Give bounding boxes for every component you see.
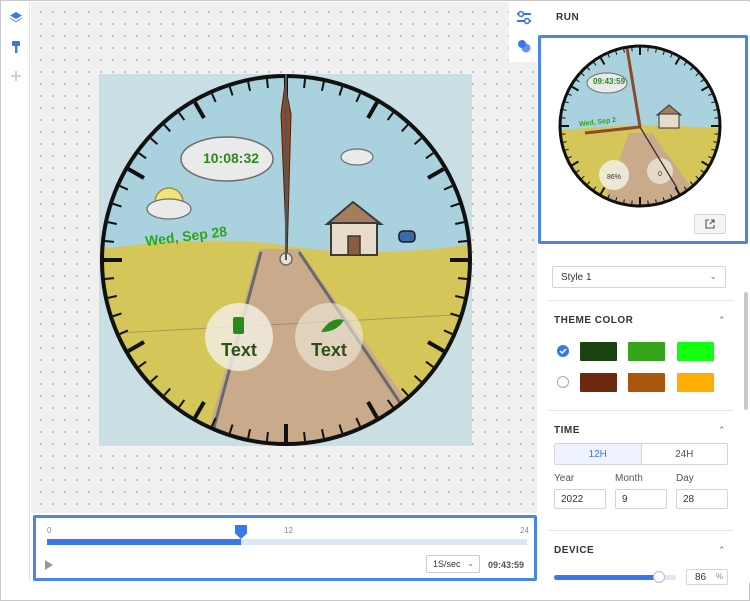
palette-icon[interactable] [516, 38, 532, 57]
dial-tick [104, 277, 115, 281]
face-complication-left[interactable]: Text [209, 340, 269, 361]
watch-face-canvas[interactable]: 10:08:32 Wed, Sep 28 Text Text [99, 74, 472, 446]
divider [548, 300, 734, 301]
divider [548, 530, 734, 531]
device-slider[interactable] [554, 571, 676, 583]
preview-battery-value: 86% [606, 174, 621, 181]
open-external-icon [705, 219, 715, 229]
preview-watch-face: 09:43:59 Wed, Sep 2 86% 0 [557, 43, 723, 209]
open-external-button[interactable] [694, 214, 726, 234]
time-title: TIME [554, 425, 580, 436]
timeline-progress [47, 539, 241, 545]
chevron-down-icon: ⌄ [467, 559, 474, 568]
timeline-current-time: 09:43:59 [488, 560, 525, 570]
run-title: RUN [556, 12, 580, 23]
device-value-input[interactable]: 86 % [686, 569, 728, 585]
brush-icon[interactable] [8, 39, 24, 55]
day-label: Day [676, 473, 694, 484]
theme-radio-2[interactable] [557, 376, 569, 388]
app-window: 10:08:32 Wed, Sep 28 Text Text 0 12 24 1… [0, 0, 750, 601]
timeline-mid-label: 12 [284, 526, 293, 535]
format-12h-button[interactable]: 12H [555, 444, 642, 464]
timeline-end-label: 24 [520, 526, 529, 535]
device-unit: % [715, 572, 723, 581]
style-select[interactable]: Style 1 ⌄ [552, 266, 726, 288]
check-icon [559, 348, 567, 355]
chevron-down-icon: ⌄ [709, 271, 717, 281]
theme-swatch[interactable] [628, 342, 665, 361]
speed-value: 1S/sec [433, 559, 461, 569]
speed-select[interactable]: 1S/sec ⌄ [426, 555, 480, 573]
dial-tick [457, 239, 468, 243]
chevron-up-icon[interactable]: ⌃ [718, 425, 726, 436]
side-toolbar [509, 2, 537, 62]
theme-swatch[interactable] [628, 373, 665, 392]
face-complication-right[interactable]: Text [299, 340, 359, 361]
time-format-toggle: 12H 24H [554, 443, 728, 465]
theme-radio-1[interactable] [557, 345, 569, 357]
properties-panel: RUN 09:43:59 Wed, Sep 2 86% 0 Style 1 ⌄ … [538, 2, 750, 585]
chevron-up-icon[interactable]: ⌃ [718, 315, 726, 326]
dial-tick [265, 431, 269, 442]
panel-scrollbar[interactable] [744, 292, 748, 410]
sliders-icon[interactable] [516, 10, 532, 28]
face-digital-time[interactable]: 10:08:32 [201, 150, 261, 166]
year-label: Year [554, 473, 575, 484]
month-label: Month [615, 473, 643, 484]
preview-steps-value: 0 [658, 171, 662, 178]
preview-digital-time: 09:43:59 [593, 77, 626, 86]
timeline-start-label: 0 [47, 526, 52, 535]
device-value: 86 [695, 571, 707, 583]
chevron-up-icon[interactable]: ⌃ [718, 545, 726, 556]
dial-tick [303, 78, 307, 89]
dial-tick [265, 78, 269, 89]
theme-swatch[interactable] [580, 373, 617, 392]
tool-rail [2, 2, 30, 582]
device-title: DEVICE [554, 545, 595, 556]
month-input[interactable]: 9 [615, 489, 667, 509]
divider [548, 410, 734, 411]
dial-tick [457, 277, 468, 281]
device-slider-knob[interactable] [653, 571, 665, 583]
theme-swatch[interactable] [580, 342, 617, 361]
timeline-panel: 0 12 24 1S/sec ⌄ 09:43:59 [33, 515, 537, 581]
plus-icon[interactable] [8, 68, 24, 84]
timeline-handle[interactable] [235, 525, 247, 539]
preview-box: 09:43:59 Wed, Sep 2 86% 0 [538, 35, 748, 244]
dial-tick [104, 239, 115, 243]
theme-swatch[interactable] [677, 342, 714, 361]
day-input[interactable]: 28 [676, 489, 728, 509]
style-value: Style 1 [561, 271, 592, 283]
year-input[interactable]: 2022 [554, 489, 606, 509]
layers-icon[interactable] [8, 10, 24, 26]
dial-tick [303, 431, 307, 442]
play-icon[interactable] [45, 560, 53, 570]
timeline-track[interactable] [47, 525, 527, 545]
format-24h-button[interactable]: 24H [642, 444, 728, 464]
device-slider-fill [554, 575, 659, 580]
theme-color-title: THEME COLOR [554, 315, 634, 326]
design-canvas[interactable]: 10:08:32 Wed, Sep 28 Text Text [31, 2, 537, 513]
theme-swatch[interactable] [677, 373, 714, 392]
